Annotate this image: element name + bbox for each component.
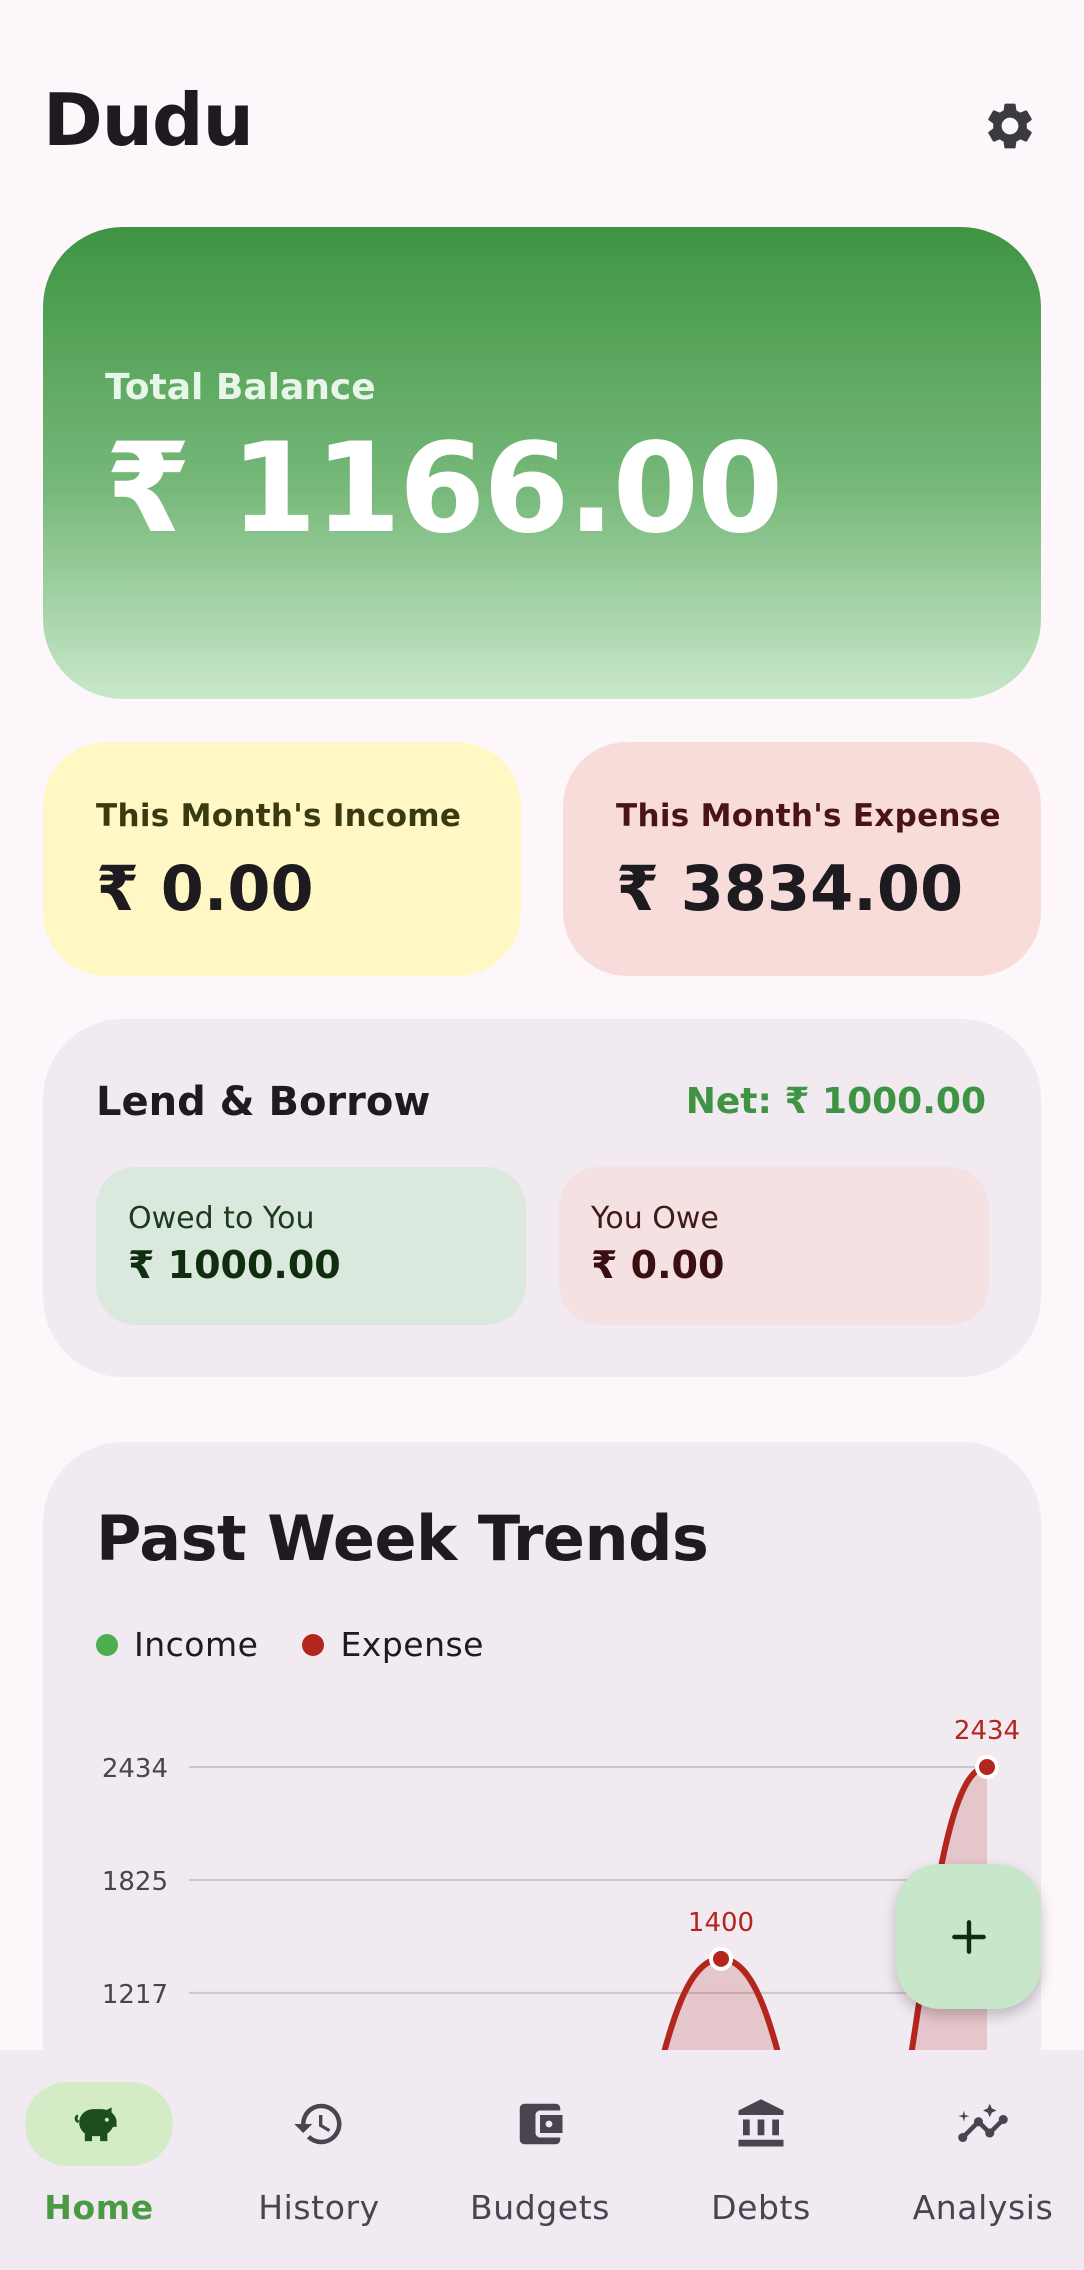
gear-icon <box>988 103 1032 149</box>
nav-history-pill <box>245 2082 393 2166</box>
monthly-expense-label: This Month's Expense <box>616 798 1001 834</box>
y-tick-label: 2434 <box>102 1754 168 1784</box>
trends-title: Past Week Trends <box>96 1502 709 1575</box>
owed-to-you-value: ₹ 1000.00 <box>128 1243 341 1287</box>
settings-button[interactable] <box>978 94 1042 158</box>
expense-point <box>975 1755 999 1779</box>
lend-borrow-card[interactable]: Lend & Borrow Net: ₹ 1000.00 Owed to You… <box>43 1019 1041 1377</box>
expense-dot-icon <box>302 1633 325 1656</box>
lend-borrow-net: Net: ₹ 1000.00 <box>685 1081 986 1122</box>
nav-analysis[interactable]: Analysis <box>884 2082 1084 2262</box>
expense-point <box>709 1946 733 1971</box>
monthly-income-card[interactable]: This Month's Income ₹ 0.00 <box>43 742 521 976</box>
bank-icon <box>738 2099 784 2147</box>
nav-home[interactable]: Home <box>0 2082 200 2262</box>
legend-income-label: Income <box>134 1625 259 1664</box>
legend-expense-label: Expense <box>340 1625 484 1664</box>
wallet-icon <box>519 2103 563 2145</box>
plus-icon <box>951 1919 986 1954</box>
bottom-navigation: Home History Budgets Debts Analysis <box>0 2050 1084 2270</box>
income-dot-icon <box>96 1633 118 1656</box>
nav-analysis-label: Analysis <box>912 2188 1054 2227</box>
history-icon <box>294 2103 342 2145</box>
analytics-icon <box>958 2103 1008 2142</box>
nav-home-pill <box>25 2082 173 2166</box>
expense-data-label: 1400 <box>688 1908 754 1938</box>
piggy-bank-icon <box>74 2107 117 2142</box>
legend-income: Income <box>96 1625 258 1664</box>
monthly-income-value: ₹ 0.00 <box>96 852 314 925</box>
you-owe-value: ₹ 0.00 <box>591 1243 725 1287</box>
total-balance-value: ₹ 1166.00 <box>105 417 783 561</box>
nav-budgets[interactable]: Budgets <box>441 2082 641 2262</box>
monthly-income-label: This Month's Income <box>96 798 462 834</box>
nav-debts[interactable]: Debts <box>662 2082 862 2262</box>
y-tick-label: 1217 <box>102 1980 168 2010</box>
nav-history[interactable]: History <box>220 2082 420 2262</box>
nav-budgets-label: Budgets <box>469 2188 611 2227</box>
nav-debts-label: Debts <box>711 2188 811 2227</box>
home-screen: Dudu Total Balance ₹ 1166.00 This Month'… <box>0 0 1084 2270</box>
total-balance-label: Total Balance <box>105 367 376 408</box>
app-title: Dudu <box>43 78 254 162</box>
you-owe-card[interactable]: You Owe ₹ 0.00 <box>559 1167 989 1325</box>
nav-budgets-pill <box>466 2082 614 2166</box>
nav-debts-pill <box>687 2082 835 2166</box>
nav-home-label: Home <box>44 2188 154 2227</box>
lend-borrow-title: Lend & Borrow <box>96 1079 431 1125</box>
add-transaction-button[interactable] <box>896 1864 1041 2009</box>
chart-legend: Income Expense <box>96 1625 528 1664</box>
you-owe-label: You Owe <box>591 1201 719 1236</box>
monthly-expense-value: ₹ 3834.00 <box>616 852 964 925</box>
owed-to-you-label: Owed to You <box>128 1201 315 1236</box>
nav-history-label: History <box>258 2188 380 2227</box>
legend-expense: Expense <box>302 1625 484 1664</box>
total-balance-card: Total Balance ₹ 1166.00 <box>43 227 1041 699</box>
nav-analysis-pill <box>909 2082 1057 2166</box>
y-tick-label: 1825 <box>102 1867 168 1897</box>
monthly-expense-card[interactable]: This Month's Expense ₹ 3834.00 <box>563 742 1041 976</box>
expense-data-label: 2434 <box>954 1716 1020 1746</box>
owed-to-you-card[interactable]: Owed to You ₹ 1000.00 <box>96 1167 526 1325</box>
